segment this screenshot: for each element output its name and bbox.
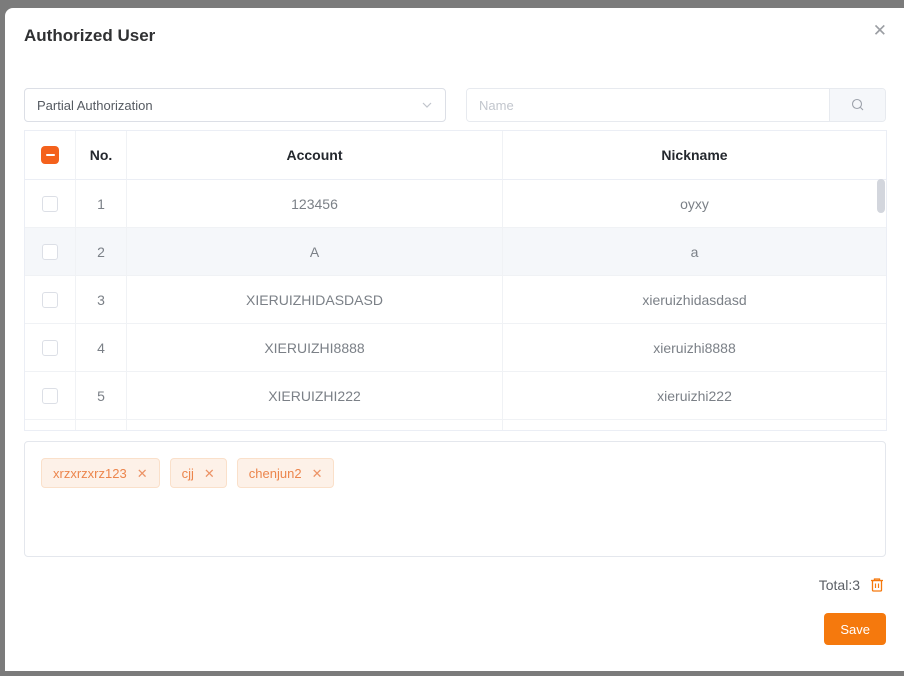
search-button[interactable] [829, 89, 885, 121]
header-no: No. [76, 131, 127, 180]
chevron-down-icon [421, 99, 433, 111]
authorized-user-table: No. Account Nickname 1 123456 oyxy [24, 130, 887, 431]
total-label: Total:3 [819, 577, 860, 593]
tag-remove-icon[interactable]: ✕ [204, 467, 215, 480]
cell-no: 5 [76, 372, 127, 420]
cell-nickname: a [503, 228, 886, 276]
cell-account [127, 420, 503, 431]
table-scrollbar-thumb[interactable] [877, 179, 885, 213]
row-checkbox[interactable] [42, 196, 58, 212]
cell-account: 123456 [127, 180, 503, 228]
table-header-row: No. Account Nickname [25, 131, 886, 180]
cell-no: 1 [76, 180, 127, 228]
row-checkbox-cell [25, 228, 76, 276]
cell-no [76, 420, 127, 431]
header-account: Account [127, 131, 503, 180]
table-row [25, 420, 886, 431]
cell-account: XIERUIZHI8888 [127, 324, 503, 372]
cell-no: 3 [76, 276, 127, 324]
tag-remove-icon[interactable]: ✕ [137, 467, 148, 480]
tag: chenjun2 ✕ [237, 458, 335, 488]
table-row: 1 123456 oyxy [25, 180, 886, 228]
trash-icon [868, 576, 886, 594]
table-row: 5 XIERUIZHI222 xieruizhi222 [25, 372, 886, 420]
tag: cjj ✕ [170, 458, 227, 488]
authorization-select[interactable]: Partial Authorization [24, 88, 446, 122]
cell-no: 4 [76, 324, 127, 372]
name-search-input[interactable] [467, 89, 829, 121]
table-body: 1 123456 oyxy 2 A a [25, 180, 886, 431]
tag-remove-icon[interactable]: ✕ [312, 467, 323, 480]
row-checkbox-cell [25, 180, 76, 228]
table-row: 4 XIERUIZHI8888 xieruizhi8888 [25, 324, 886, 372]
selected-users-box: xrzxrzxrz123 ✕ cjj ✕ chenjun2 ✕ [24, 441, 886, 557]
authorization-select-value: Partial Authorization [37, 98, 153, 113]
search-icon [850, 97, 866, 113]
table-row: 3 XIERUIZHIDASDASD xieruizhidasdasd [25, 276, 886, 324]
delete-all-button[interactable] [868, 576, 886, 594]
tag-label: cjj [182, 466, 194, 481]
row-checkbox[interactable] [42, 292, 58, 308]
total-row: Total:3 [819, 576, 886, 594]
row-checkbox[interactable] [42, 388, 58, 404]
indeterminate-minus-icon [46, 154, 55, 156]
cell-nickname: xieruizhidasdasd [503, 276, 886, 324]
header-nickname: Nickname [503, 131, 886, 180]
cell-account: A [127, 228, 503, 276]
save-button[interactable]: Save [824, 613, 886, 645]
cell-account: XIERUIZHI222 [127, 372, 503, 420]
row-checkbox-cell [25, 420, 76, 431]
tag-label: xrzxrzxrz123 [53, 466, 127, 481]
select-all-checkbox[interactable] [41, 146, 59, 164]
authorized-user-modal: Authorized User ✕ Partial Authorization [5, 8, 904, 671]
cell-nickname: oyxy [503, 180, 886, 228]
name-search-group [466, 88, 886, 122]
cell-nickname: xieruizhi8888 [503, 324, 886, 372]
row-checkbox-cell [25, 324, 76, 372]
cell-no: 2 [76, 228, 127, 276]
tag: xrzxrzxrz123 ✕ [41, 458, 160, 488]
cell-nickname: xieruizhi222 [503, 372, 886, 420]
close-icon[interactable]: ✕ [873, 22, 887, 39]
row-checkbox-cell [25, 276, 76, 324]
row-checkbox[interactable] [42, 244, 58, 260]
modal-title: Authorized User [24, 26, 155, 46]
header-checkbox-cell [25, 131, 76, 180]
row-checkbox[interactable] [42, 340, 58, 356]
table-row: 2 A a [25, 228, 886, 276]
save-row: Save [824, 613, 886, 645]
filter-row: Partial Authorization [24, 88, 886, 122]
tag-label: chenjun2 [249, 466, 302, 481]
row-checkbox-cell [25, 372, 76, 420]
table-scrollbar [876, 131, 886, 430]
cell-nickname [503, 420, 886, 431]
filter-spacer [446, 88, 466, 122]
cell-account: XIERUIZHIDASDASD [127, 276, 503, 324]
